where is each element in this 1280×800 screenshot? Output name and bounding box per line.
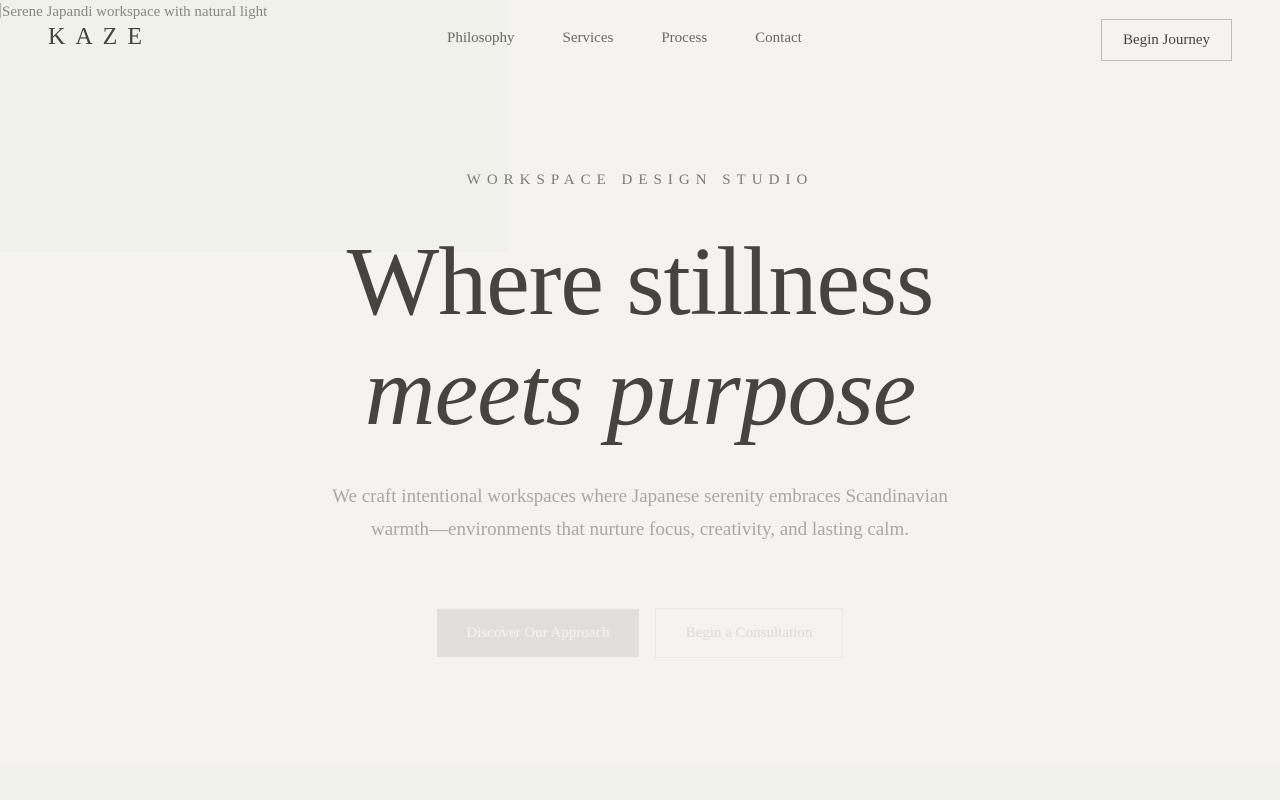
nav-services[interactable]: Services: [563, 30, 614, 47]
discover-approach-button[interactable]: Discover Our Approach: [437, 609, 639, 657]
nav-philosophy[interactable]: Philosophy: [447, 30, 515, 47]
nav-contact[interactable]: Contact: [755, 30, 802, 47]
main-nav: Philosophy Services Process Contact: [447, 30, 802, 47]
hero-headline-line1: Where stillness: [346, 228, 934, 336]
hero-eyebrow: WORKSPACE DESIGN STUDIO: [466, 172, 814, 188]
begin-consultation-button[interactable]: Begin a Consultation: [655, 608, 843, 658]
hero-subtitle: We craft intentional workspaces where Ja…: [332, 486, 948, 540]
next-section-edge: [0, 765, 1280, 800]
logo[interactable]: KAZE: [48, 24, 152, 51]
hero-headline-line2: meets purpose: [364, 338, 916, 446]
nav-process[interactable]: Process: [661, 30, 707, 47]
site-header: KAZE Philosophy Services Process Contact…: [0, 0, 1280, 80]
begin-journey-button[interactable]: Begin Journey: [1101, 19, 1232, 61]
